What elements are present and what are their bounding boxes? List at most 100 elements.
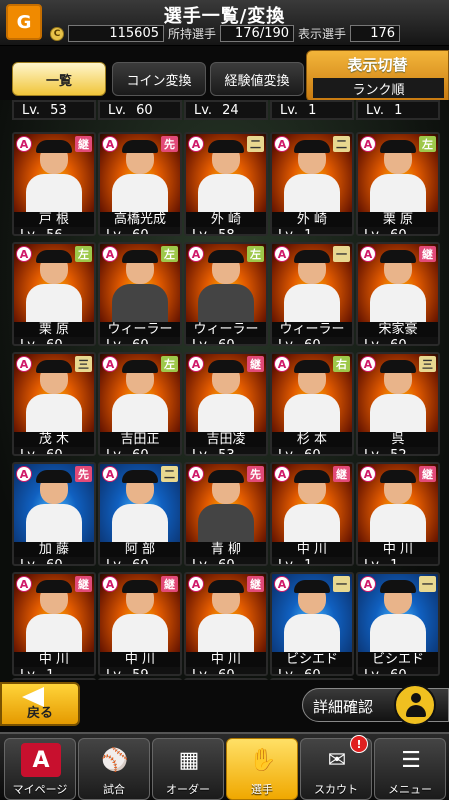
coin-count: 115605 xyxy=(68,25,164,42)
rank-a-icon: A xyxy=(360,136,376,152)
partial-card-level[interactable]: Lv. 24 xyxy=(184,100,268,120)
tab-list[interactable]: 一覧 xyxy=(12,62,106,96)
shown-count: 176 xyxy=(350,25,401,42)
player-card[interactable]: A 右杉 本 Lv. 60 xyxy=(270,352,354,456)
level-label: Lv. xyxy=(364,337,383,346)
rank-a-icon: A xyxy=(360,356,376,372)
player-detail-icon[interactable] xyxy=(394,684,436,726)
partial-card-level[interactable]: Lv. 53 xyxy=(12,100,96,120)
rank-a-icon: A xyxy=(16,576,32,592)
tab-coin-convert[interactable]: コイン変換 xyxy=(112,62,206,96)
player-card[interactable]: A継 xyxy=(184,678,268,680)
player-name: 中 川 xyxy=(358,542,438,558)
player-level: Lv. 60 xyxy=(272,667,352,676)
level-label: Lv. xyxy=(278,667,297,676)
owned-count: 176/190 xyxy=(220,25,295,42)
position-badge: 左 xyxy=(161,356,178,372)
player-cap-shape xyxy=(36,360,72,373)
player-card[interactable]: A 継中 川 Lv. 1 xyxy=(356,462,440,566)
player-cap-shape xyxy=(122,250,158,263)
level-label: Lv. xyxy=(366,102,385,118)
partial-card-level[interactable]: Lv. 1 xyxy=(356,100,440,120)
player-cap-shape xyxy=(208,140,244,153)
player-level: Lv. 60 xyxy=(14,447,94,454)
level-value: 60 xyxy=(390,337,407,346)
nav-menu[interactable]: ☰ メニュー xyxy=(374,738,446,800)
back-button[interactable]: 戻る xyxy=(0,682,80,726)
player-uniform-shape xyxy=(112,614,168,652)
player-card[interactable]: A 左ウィーラー Lv. 60 xyxy=(184,242,268,346)
level-value: 60 xyxy=(218,337,235,346)
player-card[interactable]: A 一ウィーラー Lv. 60 xyxy=(270,242,354,346)
player-level: Lv. 53 xyxy=(186,447,266,454)
player-card[interactable]: A 継中 川 Lv. 1 xyxy=(270,462,354,566)
player-level: Lv. 59 xyxy=(100,667,180,676)
player-card[interactable]: A 二阿 部 Lv. 60 xyxy=(98,462,182,566)
level-label: Lv. xyxy=(192,667,211,676)
nav-players-label: 選手 xyxy=(251,783,273,796)
partial-card-level[interactable]: Lv. 60 xyxy=(98,100,182,120)
player-card[interactable]: A 一ビシエド Lv. 60 xyxy=(270,572,354,676)
position-badge: 先 xyxy=(75,466,92,482)
player-name: 栗 原 xyxy=(358,212,438,228)
player-level: Lv. 52 xyxy=(358,447,438,454)
player-level: Lv. 60 xyxy=(358,227,438,234)
player-card[interactable]: A 左ウィーラー Lv. 60 xyxy=(98,242,182,346)
rank-a-icon: A xyxy=(274,466,290,482)
player-card[interactable]: A 左吉田正 Lv. 60 xyxy=(98,352,182,456)
rank-a-icon: A xyxy=(188,356,204,372)
player-card[interactable]: A 一ビシエド Lv. 60 xyxy=(356,572,440,676)
player-card[interactable]: A 三茂 木 Lv. 60 xyxy=(12,352,96,456)
player-card[interactable]: A 継吉田凌 Lv. 53 xyxy=(184,352,268,456)
position-badge: 一 xyxy=(333,576,350,592)
baseball-icon: ⚾ xyxy=(101,747,129,773)
player-cap-shape xyxy=(208,580,244,593)
player-card[interactable]: A 三呉 Lv. 52 xyxy=(356,352,440,456)
nav-game[interactable]: ⚾ 試合 xyxy=(78,738,150,800)
nav-mypage[interactable]: A マイページ xyxy=(4,738,76,800)
player-card[interactable]: A継 xyxy=(270,678,354,680)
player-card[interactable]: A 左栗 原 Lv. 60 xyxy=(356,132,440,236)
player-cap-shape xyxy=(36,470,72,483)
player-card[interactable]: A 先青 柳 Lv. 60 xyxy=(184,462,268,566)
nav-game-label: 試合 xyxy=(103,783,125,796)
player-card[interactable]: A 二外 崎 Lv. 1 xyxy=(270,132,354,236)
partial-card-level[interactable]: Lv. 1 xyxy=(270,100,354,120)
position-badge: 継 xyxy=(161,576,178,592)
player-card[interactable]: A 継中 川 Lv. 1 xyxy=(12,572,96,676)
level-value: 56 xyxy=(46,227,63,236)
player-card[interactable]: A先 xyxy=(98,678,182,680)
player-card[interactable]: A 先加 藤 Lv. 60 xyxy=(12,462,96,566)
player-uniform-shape xyxy=(26,614,82,652)
player-card[interactable]: A 継宋家豪 Lv. 60 xyxy=(356,242,440,346)
nav-order[interactable]: ▦ オーダー xyxy=(152,738,224,800)
player-level: Lv. 60 xyxy=(100,447,180,456)
position-badge: 継 xyxy=(419,466,436,482)
player-card[interactable]: A 継中 川 Lv. 59 xyxy=(98,572,182,676)
stat-bar: C 115605 所持選手 176/190 表示選手 176 xyxy=(50,25,446,42)
level-value: 60 xyxy=(132,447,149,456)
player-name: 外 崎 xyxy=(272,212,352,228)
player-uniform-shape xyxy=(370,614,426,652)
rank-a-icon: A xyxy=(16,356,32,372)
player-uniform-shape xyxy=(370,394,426,432)
player-card[interactable]: A 左栗 原 Lv. 60 xyxy=(12,242,96,346)
position-badge: 継 xyxy=(75,136,92,152)
level-label: Lv. xyxy=(192,557,211,566)
display-toggle-button[interactable]: 表示切替 ランク順 xyxy=(306,50,449,102)
player-card[interactable]: A 継戸 根 Lv. 56 xyxy=(12,132,96,236)
player-card[interactable]: A 継中 川 Lv. 60 xyxy=(184,572,268,676)
level-label: Lv. xyxy=(106,447,125,456)
player-name: 高橋光成 xyxy=(100,212,180,228)
level-value: 59 xyxy=(132,667,149,676)
player-card[interactable]: A 二外 崎 Lv. 58 xyxy=(184,132,268,236)
player-card[interactable]: A 先高橋光成 Lv. 60 xyxy=(98,132,182,236)
player-grid[interactable]: Lv. 53 Lv. 60 Lv. 24 Lv. 1 Lv. 1 A 継戸 根 Lv. 56 A 先高橋光成 L… xyxy=(0,100,449,680)
level-value: 1 xyxy=(390,557,399,566)
player-cap-shape xyxy=(122,470,158,483)
tab-exp-convert[interactable]: 経験値変換 xyxy=(210,62,304,96)
player-uniform-shape xyxy=(198,614,254,652)
player-uniform-shape xyxy=(112,504,168,542)
player-card[interactable]: A先 xyxy=(12,678,96,680)
nav-players[interactable]: ✋ 選手 xyxy=(226,738,298,800)
